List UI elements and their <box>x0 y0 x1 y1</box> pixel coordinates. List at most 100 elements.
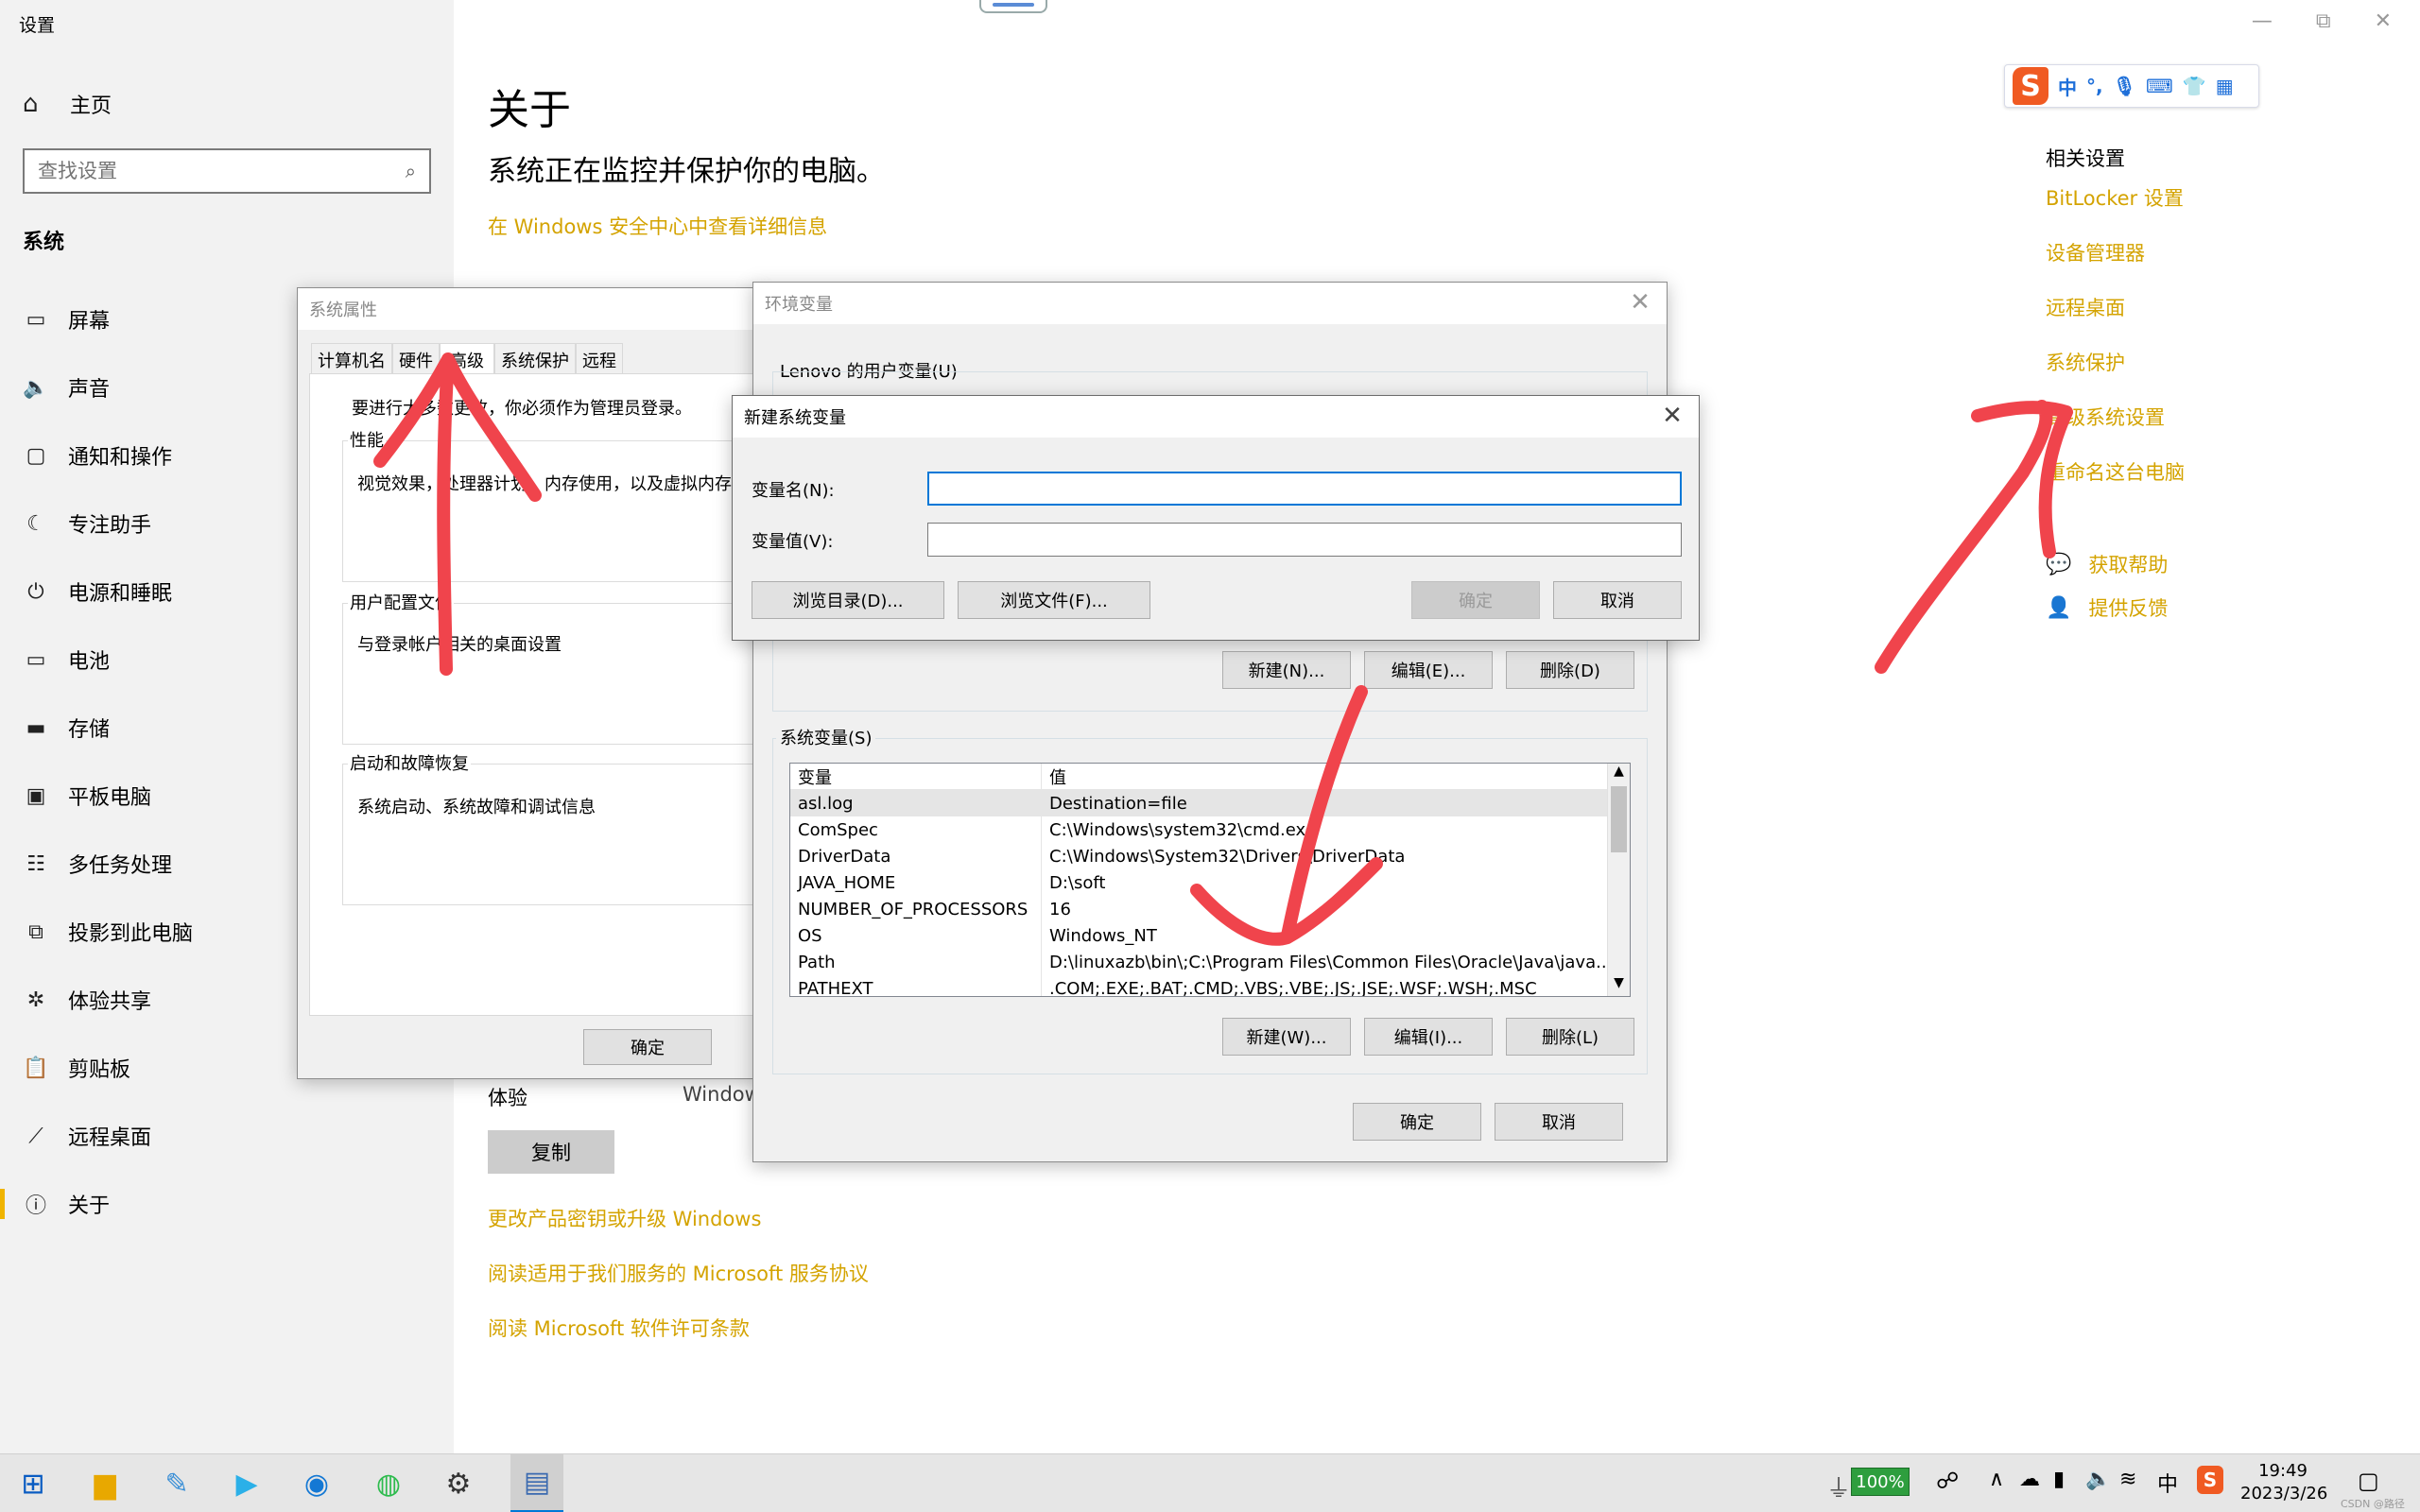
service-agreement-link[interactable]: 阅读适用于我们服务的 Microsoft 服务协议 <box>488 1259 869 1287</box>
license-terms-link[interactable]: 阅读 Microsoft 软件许可条款 <box>488 1314 750 1342</box>
table-row[interactable]: asl.log Destination=file <box>790 790 1607 816</box>
remote-desktop-link[interactable]: 远程桌面 <box>2046 293 2125 321</box>
system-protection-link[interactable]: 系统保护 <box>2046 348 2125 376</box>
sogou-tray-icon[interactable]: S <box>2197 1466 2223 1494</box>
feedback-row[interactable]: 👤 提供反馈 <box>2046 593 2168 622</box>
env-cancel-button[interactable]: 取消 <box>1495 1103 1623 1141</box>
wechat-icon[interactable]: ◍ <box>369 1464 408 1503</box>
edge-browser-icon[interactable]: ◉ <box>297 1464 337 1503</box>
notification-center-icon[interactable]: ▢ <box>2358 1468 2379 1494</box>
ime-punct-toggle[interactable]: °, <box>2086 75 2103 97</box>
tab-computer-name[interactable]: 计算机名 <box>311 343 392 377</box>
browse-file-button[interactable]: 浏览文件(F)... <box>958 581 1150 619</box>
tablet-icon: ▣ <box>26 783 46 808</box>
tablet-notch-handle[interactable] <box>979 0 1047 13</box>
sidebar-item-label: 剪贴板 <box>68 1058 131 1082</box>
onedrive-cloud-icon[interactable]: ☁ <box>2019 1468 2040 1491</box>
search-input[interactable] <box>38 160 406 182</box>
user-delete-button[interactable]: 删除(D) <box>1506 651 1634 689</box>
column-header-value[interactable]: 值 <box>1042 764 1630 789</box>
get-help-row[interactable]: 💬 获取帮助 <box>2046 550 2168 578</box>
system-properties-taskbar-icon[interactable]: ▤ <box>510 1454 563 1512</box>
system-vars-list[interactable]: 变量 值 asl.log Destination=file ComSpec C:\W… <box>789 763 1631 997</box>
security-center-link[interactable]: 在 Windows 安全中心中查看详细信息 <box>488 212 827 240</box>
wifi-icon[interactable]: ≋ <box>2119 1468 2136 1491</box>
var-value-input[interactable] <box>927 523 1682 557</box>
sidebar-item-remote-desktop[interactable]: ⟋ 远程桌面 <box>0 1109 454 1162</box>
system-new-button[interactable]: 新建(W)... <box>1222 1018 1351 1056</box>
feedback-link[interactable]: 提供反馈 <box>2088 593 2168 622</box>
tray-chevron-icon[interactable]: ∧ <box>1989 1468 2004 1491</box>
dialog-title: 系统属性 <box>298 288 759 330</box>
microphone-icon[interactable]: 🎙 <box>2113 75 2136 97</box>
sidebar-item-about[interactable]: ⓘ 关于 <box>0 1177 454 1230</box>
skin-shirt-icon[interactable]: 👕 <box>2183 75 2206 97</box>
windows-start-icon[interactable]: ⊞ <box>13 1464 53 1503</box>
var-value-label: 变量值(V): <box>752 532 834 552</box>
power-icon: ⏻ <box>27 579 44 604</box>
system-delete-button[interactable]: 删除(L) <box>1506 1018 1634 1056</box>
settings-search[interactable]: ⌕ <box>23 148 431 194</box>
paint-app-icon[interactable]: ✎ <box>157 1464 197 1503</box>
var-value: C:\Windows\System32\Drivers\DriverData <box>1049 846 1406 867</box>
sysprops-ok-button[interactable]: 确定 <box>583 1029 712 1065</box>
battery-tray-icon[interactable]: ▮ <box>2053 1468 2065 1491</box>
new-var-ok-button[interactable]: 确定 <box>1411 581 1540 619</box>
new-var-cancel-button[interactable]: 取消 <box>1553 581 1682 619</box>
env-ok-button[interactable]: 确定 <box>1353 1103 1481 1141</box>
tab-advanced[interactable]: 高级 <box>440 343 494 377</box>
restore-button[interactable]: ⧉ <box>2316 9 2331 33</box>
minimize-button[interactable]: — <box>2252 9 2273 33</box>
ime-language-indicator[interactable]: 中 <box>2157 1468 2178 1498</box>
table-row[interactable]: OS Windows_NT <box>790 922 1607 949</box>
close-icon[interactable]: ✕ <box>1623 288 1657 317</box>
grid-menu-icon[interactable]: ▦ <box>2216 75 2234 97</box>
table-row[interactable]: NUMBER_OF_PROCESSORS 16 <box>790 896 1607 922</box>
table-row[interactable]: DriverData C:\Windows\System32\Drivers\Dr… <box>790 843 1607 869</box>
bitlocker-link[interactable]: BitLocker 设置 <box>2046 183 2184 212</box>
settings-gear-icon[interactable]: ⚙ <box>439 1464 478 1503</box>
tab-hardware[interactable]: 硬件 <box>392 343 440 377</box>
battery-indicator[interactable]: 100% <box>1851 1468 1910 1496</box>
search-icon[interactable]: ⌕ <box>406 160 416 182</box>
people-icon[interactable]: ☍ <box>1936 1468 1959 1494</box>
file-explorer-icon[interactable]: ▆ <box>85 1464 125 1503</box>
user-new-button[interactable]: 新建(N)... <box>1222 651 1351 689</box>
var-value: 16 <box>1049 899 1071 919</box>
user-edit-button[interactable]: 编辑(E)... <box>1364 651 1493 689</box>
table-row[interactable]: ComSpec C:\Windows\system32\cmd.exe <box>790 816 1607 843</box>
scroll-up-icon[interactable]: ▲ <box>1608 764 1630 784</box>
sogou-logo-icon[interactable]: S <box>2013 67 2048 105</box>
clock[interactable]: 19:49 2023/3/26 <box>2240 1460 2327 1505</box>
volume-icon[interactable]: 🔈 <box>2085 1468 2111 1491</box>
close-button[interactable]: ✕ <box>2375 9 2392 33</box>
keyboard-icon[interactable]: ⌨ <box>2146 75 2173 97</box>
rename-pc-link[interactable]: 重命名这台电脑 <box>2046 457 2185 486</box>
scroll-down-icon[interactable]: ▼ <box>1608 975 1630 996</box>
tab-system-protection[interactable]: 系统保护 <box>494 343 576 377</box>
device-manager-link[interactable]: 设备管理器 <box>2046 238 2145 266</box>
close-icon[interactable]: ✕ <box>1655 402 1689 430</box>
var-name: NUMBER_OF_PROCESSORS <box>790 896 1042 922</box>
vertical-scrollbar[interactable]: ▲ ▼ <box>1607 764 1630 996</box>
table-row[interactable]: JAVA_HOME D:\soft <box>790 869 1607 896</box>
var-name: OS <box>790 922 1042 949</box>
nav-home[interactable]: ⌂ 主页 <box>23 87 112 121</box>
remote-icon: ⟋ <box>28 1124 43 1148</box>
product-key-link[interactable]: 更改产品密钥或升级 Windows <box>488 1204 761 1232</box>
browse-directory-button[interactable]: 浏览目录(D)... <box>752 581 944 619</box>
system-edit-button[interactable]: 编辑(I)... <box>1364 1018 1493 1056</box>
table-row[interactable]: Path D:\linuxazb\bin\;C:\Program Files\Co… <box>790 949 1607 975</box>
copy-button[interactable]: 复制 <box>488 1130 614 1174</box>
ime-lang-toggle[interactable]: 中 <box>2058 73 2077 100</box>
scroll-thumb[interactable] <box>1611 786 1627 852</box>
get-help-link[interactable]: 获取帮助 <box>2088 550 2168 578</box>
advanced-system-settings-link[interactable]: 高级系统设置 <box>2046 403 2165 431</box>
tab-remote[interactable]: 远程 <box>576 343 623 377</box>
column-header-variable[interactable]: 变量 <box>790 764 1042 789</box>
sysprops-tabs: 计算机名 硬件 高级 系统保护 远程 <box>311 343 623 377</box>
startup-recovery-label: 启动和故障恢复 <box>348 750 471 775</box>
var-name-input[interactable] <box>927 472 1682 506</box>
media-player-icon[interactable]: ▶ <box>227 1464 267 1503</box>
table-row[interactable]: PATHEXT .COM;.EXE;.BAT;.CMD;.VBS;.VBE;.JS… <box>790 975 1607 996</box>
